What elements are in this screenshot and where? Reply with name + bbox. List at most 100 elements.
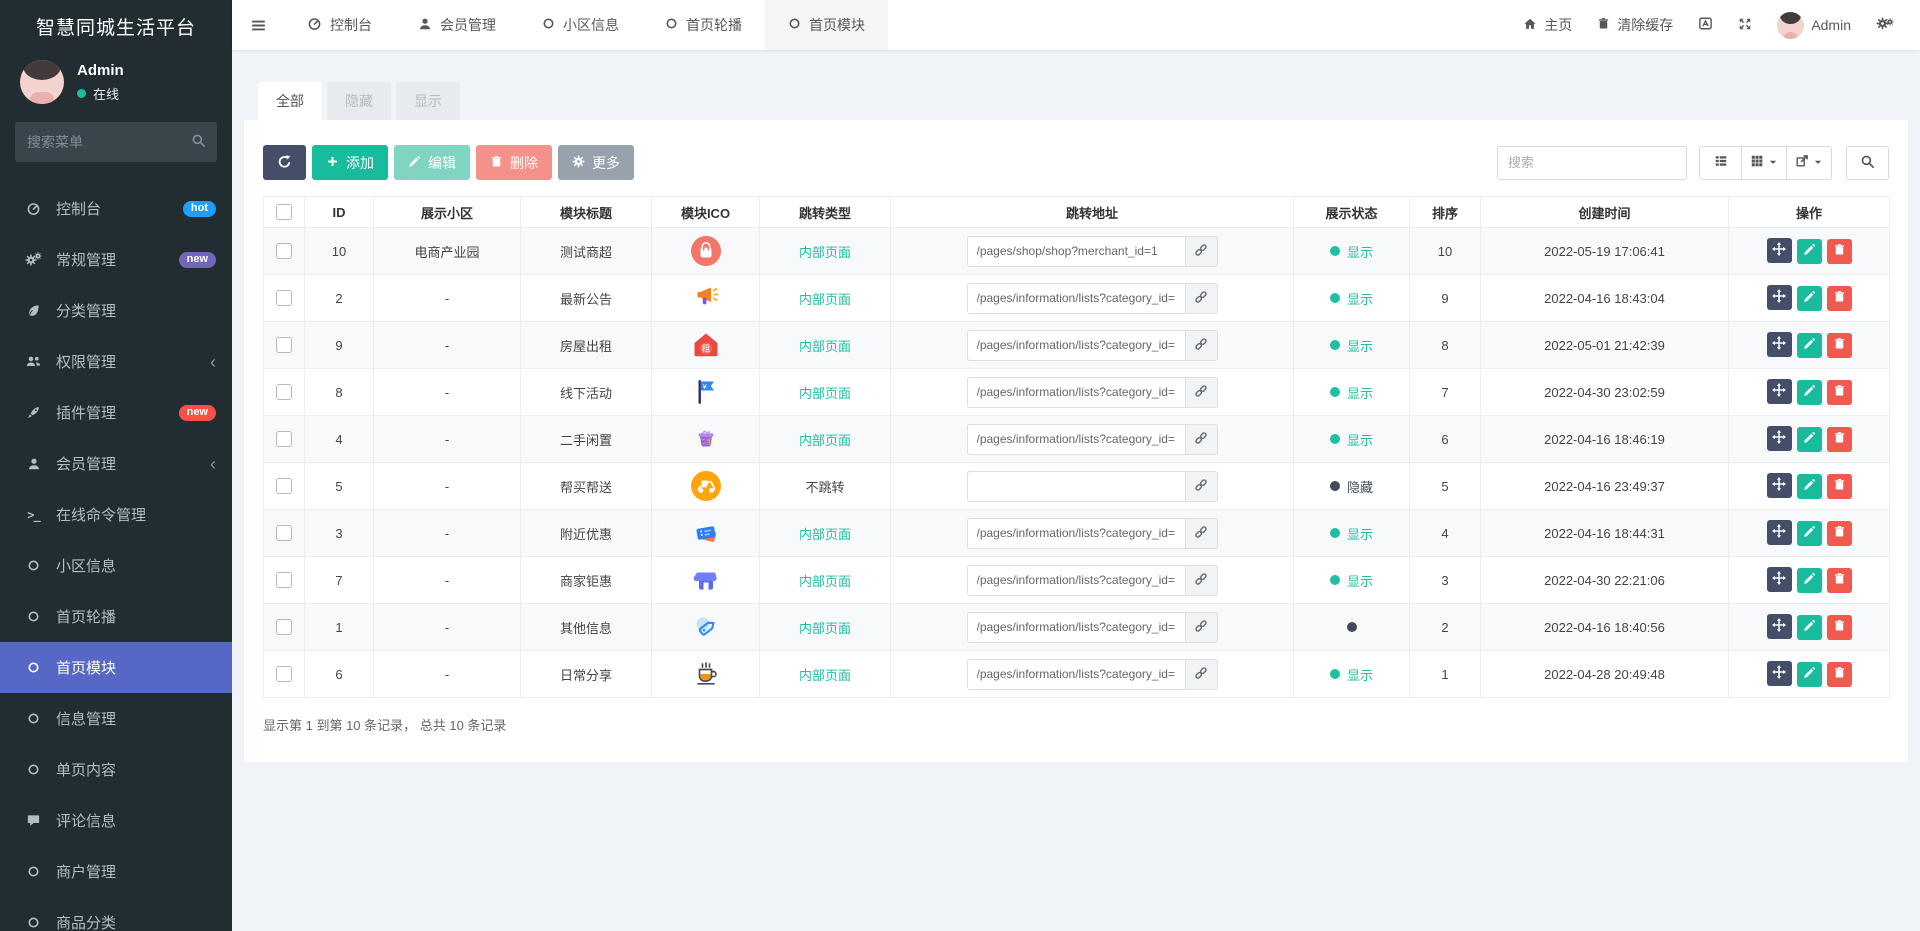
sidebar-item-circle[interactable]: 商户管理 (0, 846, 232, 897)
status-toggle[interactable]: 显示 (1329, 383, 1373, 402)
sidebar-item-rocket[interactable]: 插件管理 new (0, 387, 232, 438)
delete-row-button[interactable] (1826, 238, 1852, 264)
move-button[interactable] (1766, 238, 1792, 264)
jump-url-input[interactable] (966, 564, 1185, 596)
delete-row-button[interactable] (1826, 614, 1852, 640)
move-button[interactable] (1766, 285, 1792, 311)
delete-row-button[interactable] (1826, 567, 1852, 593)
edit-row-button[interactable] (1796, 426, 1822, 452)
edit-row-button[interactable] (1796, 285, 1822, 311)
move-button[interactable] (1766, 520, 1792, 546)
sidebar-item-gauge[interactable]: 控制台 hot (0, 183, 232, 234)
filter-tab[interactable]: 全部 (258, 82, 322, 120)
link-button[interactable] (1184, 235, 1218, 267)
link-button[interactable] (1184, 470, 1218, 502)
home-link[interactable]: 主页 (1523, 15, 1572, 35)
move-button[interactable] (1766, 661, 1792, 687)
sidebar-item-circle[interactable]: 首页模块 (0, 642, 232, 693)
filter-tab[interactable]: 隐藏 (327, 82, 391, 120)
jump-url-input[interactable] (966, 658, 1185, 690)
language-button[interactable] (1698, 16, 1713, 34)
delete-row-button[interactable] (1826, 661, 1852, 687)
top-nav-item[interactable]: 小区信息 (519, 0, 642, 50)
jump-url-input[interactable] (966, 235, 1185, 267)
row-checkbox[interactable] (276, 431, 292, 448)
row-checkbox[interactable] (276, 572, 292, 589)
sidebar-item-circle[interactable]: 首页轮播 (0, 591, 232, 642)
row-checkbox[interactable] (276, 525, 292, 542)
status-toggle[interactable]: 显示 (1329, 430, 1373, 449)
move-button[interactable] (1766, 379, 1792, 405)
row-checkbox[interactable] (276, 666, 292, 683)
link-button[interactable] (1184, 517, 1218, 549)
add-button[interactable]: 添加 (312, 145, 388, 180)
more-button[interactable]: 更多 (558, 145, 634, 180)
status-toggle[interactable]: 显示 (1329, 524, 1373, 543)
top-nav-item[interactable]: 首页轮播 (642, 0, 765, 50)
edit-row-button[interactable] (1796, 567, 1822, 593)
sidebar-item-comment[interactable]: 评论信息 (0, 795, 232, 846)
row-checkbox[interactable] (276, 243, 292, 260)
sidebar-item-circle[interactable]: 单页内容 (0, 744, 232, 795)
link-button[interactable] (1184, 423, 1218, 455)
sidebar-search-input[interactable] (15, 122, 217, 162)
jump-url-input[interactable] (966, 329, 1185, 361)
delete-row-button[interactable] (1826, 379, 1852, 405)
move-button[interactable] (1766, 614, 1792, 640)
status-toggle[interactable]: 显示 (1329, 571, 1373, 590)
delete-row-button[interactable] (1826, 473, 1852, 499)
move-button[interactable] (1766, 332, 1792, 358)
edit-row-button[interactable] (1796, 614, 1822, 640)
edit-row-button[interactable] (1796, 379, 1822, 405)
link-button[interactable] (1184, 611, 1218, 643)
link-button[interactable] (1184, 282, 1218, 314)
edit-row-button[interactable] (1796, 661, 1822, 687)
link-button[interactable] (1184, 329, 1218, 361)
row-checkbox[interactable] (276, 290, 292, 307)
row-checkbox[interactable] (276, 384, 292, 401)
edit-row-button[interactable] (1796, 238, 1822, 264)
edit-row-button[interactable] (1796, 520, 1822, 546)
delete-row-button[interactable] (1826, 332, 1852, 358)
row-checkbox[interactable] (276, 337, 292, 354)
row-checkbox[interactable] (276, 478, 292, 495)
jump-url-input[interactable] (966, 517, 1185, 549)
jump-url-input[interactable] (966, 423, 1185, 455)
sidebar-item-gears[interactable]: 常规管理 new (0, 234, 232, 285)
link-button[interactable] (1184, 658, 1218, 690)
status-toggle[interactable]: 显示 (1329, 242, 1373, 261)
sidebar-item-user[interactable]: 会员管理 ‹ (0, 438, 232, 489)
jump-url-input[interactable] (966, 282, 1185, 314)
link-button[interactable] (1184, 564, 1218, 596)
top-nav-item[interactable]: 控制台 (284, 0, 395, 50)
settings-button[interactable] (1876, 17, 1894, 33)
link-button[interactable] (1184, 376, 1218, 408)
top-nav-item[interactable]: 首页模块 (765, 0, 888, 50)
delete-button[interactable]: 删除 (476, 145, 552, 180)
row-checkbox[interactable] (276, 619, 292, 636)
avatar[interactable] (20, 60, 64, 104)
status-toggle[interactable]: 显示 (1329, 665, 1373, 684)
status-toggle[interactable]: 显示 (1329, 289, 1373, 308)
sidebar-item-circle[interactable]: 小区信息 (0, 540, 232, 591)
delete-row-button[interactable] (1826, 520, 1852, 546)
sidebar-item-circle[interactable]: 商品分类 (0, 897, 232, 931)
move-button[interactable] (1766, 426, 1792, 452)
edit-row-button[interactable] (1796, 332, 1822, 358)
top-nav-item[interactable]: 会员管理 (395, 0, 519, 50)
table-search-input[interactable] (1497, 145, 1687, 180)
sidebar-item-terminal[interactable]: >_ 在线命令管理 (0, 489, 232, 540)
jump-url-input[interactable] (966, 376, 1185, 408)
move-button[interactable] (1766, 473, 1792, 499)
status-toggle[interactable]: 显示 (1329, 336, 1373, 355)
detail-view-button[interactable] (1699, 145, 1742, 180)
clear-cache-button[interactable]: 清除缓存 (1597, 15, 1673, 35)
jump-url-input[interactable] (966, 611, 1185, 643)
hamburger-menu-icon[interactable] (232, 0, 284, 50)
sidebar-item-users[interactable]: 权限管理 ‹ (0, 336, 232, 387)
jump-url-input[interactable] (966, 470, 1185, 502)
columns-button[interactable] (1741, 145, 1787, 180)
account-menu[interactable]: Admin (1777, 11, 1851, 39)
fullscreen-button[interactable] (1738, 17, 1752, 34)
status-toggle[interactable] (1346, 621, 1357, 632)
